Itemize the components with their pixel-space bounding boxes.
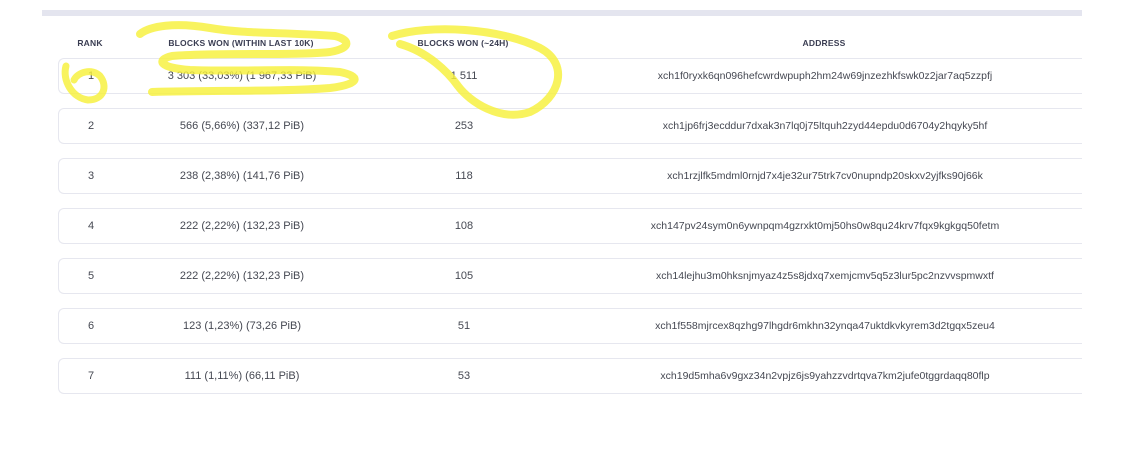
cell-blocks-won-24h: 108 bbox=[454, 220, 474, 232]
table-row[interactable]: 6 123 (1,23%) (73,26 PiB) 51 xch1f558mjr… bbox=[58, 308, 1082, 344]
table-row[interactable]: 7 111 (1,11%) (66,11 PiB) 53 xch19d5mha6… bbox=[58, 358, 1082, 394]
cell-rank: 2 bbox=[87, 120, 95, 132]
cell-blocks-won-24h: 253 bbox=[454, 120, 474, 132]
top-border-bar bbox=[42, 10, 1082, 16]
cell-blocks-won: 238 (2,38%) (141,76 PiB) bbox=[179, 170, 305, 182]
cell-blocks-won: 566 (5,66%) (337,12 PiB) bbox=[179, 120, 305, 132]
cell-rank: 4 bbox=[87, 220, 95, 232]
cell-rank: 1 bbox=[87, 70, 95, 82]
cell-rank: 5 bbox=[87, 270, 95, 282]
cell-blocks-won-24h: 105 bbox=[454, 270, 474, 282]
cell-address[interactable]: xch147pv24sym0n6ywnpqm4gzrxkt0mj50hs0w8q… bbox=[567, 220, 1083, 232]
cell-rank: 3 bbox=[87, 170, 95, 182]
header-address[interactable]: ADDRESS bbox=[566, 38, 1082, 48]
header-blocks-won-24h[interactable]: BLOCKS WON (~24H) bbox=[360, 38, 566, 48]
cell-address[interactable]: xch14lejhu3m0hksnjmyaz4z5s8jdxq7xemjcmv5… bbox=[567, 270, 1083, 282]
cell-blocks-won: 111 (1,11%) (66,11 PiB) bbox=[184, 370, 300, 382]
farmers-table: RANK BLOCKS WON (WITHIN LAST 10K) BLOCKS… bbox=[58, 28, 1082, 394]
table-row[interactable]: 3 238 (2,38%) (141,76 PiB) 118 xch1rzjlf… bbox=[58, 158, 1082, 194]
table-row[interactable]: 2 566 (5,66%) (337,12 PiB) 253 xch1jp6fr… bbox=[58, 108, 1082, 144]
cell-blocks-won: 123 (1,23%) (73,26 PiB) bbox=[182, 320, 301, 332]
cell-blocks-won: 222 (2,22%) (132,23 PiB) bbox=[179, 220, 305, 232]
cell-blocks-won-24h: 53 bbox=[457, 370, 471, 382]
cell-address[interactable]: xch1f558mjrcex8qzhg97lhgdr6mkhn32ynqa47u… bbox=[567, 320, 1083, 332]
cell-blocks-won-24h: 118 bbox=[455, 170, 473, 182]
cell-blocks-won: 222 (2,22%) (132,23 PiB) bbox=[179, 270, 305, 282]
table-row[interactable]: 5 222 (2,22%) (132,23 PiB) 105 xch14lejh… bbox=[58, 258, 1082, 294]
table-header: RANK BLOCKS WON (WITHIN LAST 10K) BLOCKS… bbox=[58, 28, 1082, 56]
table-row[interactable]: 4 222 (2,22%) (132,23 PiB) 108 xch147pv2… bbox=[58, 208, 1082, 244]
table-row[interactable]: 1 3 303 (33,03%) (1 967,33 PiB) 1 511 xc… bbox=[58, 58, 1082, 94]
cell-blocks-won-24h: 51 bbox=[457, 320, 471, 332]
cell-address[interactable]: xch1rzjlfk5mdml0rnjd7x4je32ur75trk7cv0nu… bbox=[567, 170, 1083, 182]
cell-address[interactable]: xch1f0ryxk6qn096hefcwrdwpuph2hm24w69jnze… bbox=[567, 70, 1083, 82]
cell-blocks-won-24h: 1 511 bbox=[450, 70, 478, 82]
cell-address[interactable]: xch19d5mha6v9gxz34n2vpjz6js9yahzzvdrtqva… bbox=[567, 370, 1083, 382]
header-rank[interactable]: RANK bbox=[58, 38, 122, 48]
header-blocks-won[interactable]: BLOCKS WON (WITHIN LAST 10K) bbox=[122, 38, 360, 48]
cell-rank: 7 bbox=[87, 370, 95, 382]
cell-address[interactable]: xch1jp6frj3ecddur7dxak3n7lq0j75ltquh2zyd… bbox=[567, 120, 1083, 132]
cell-blocks-won: 3 303 (33,03%) (1 967,33 PiB) bbox=[167, 70, 317, 82]
cell-rank: 6 bbox=[87, 320, 95, 332]
